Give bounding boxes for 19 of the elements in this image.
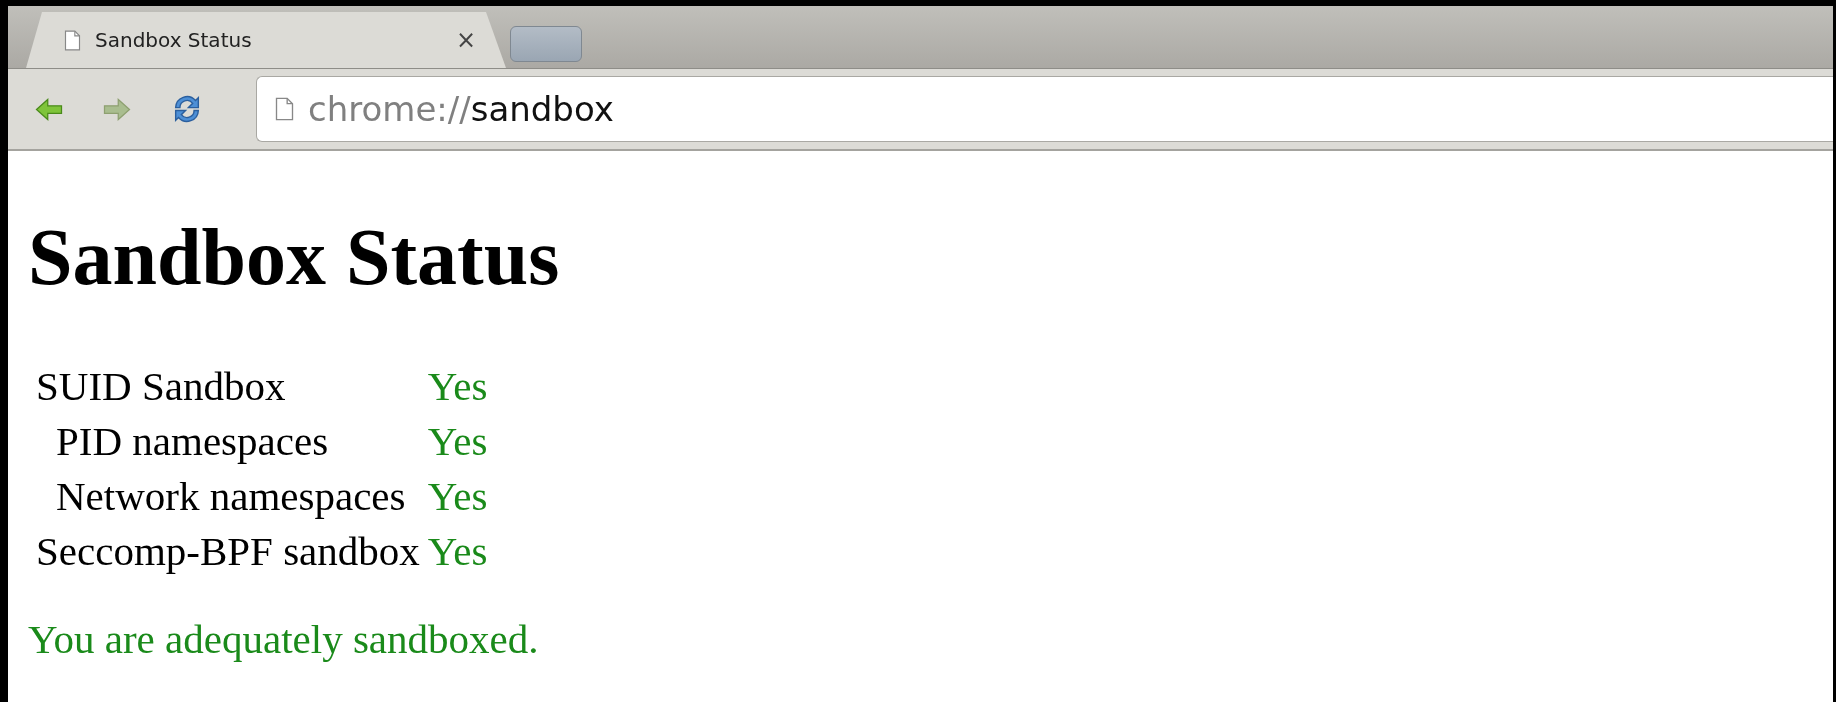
status-value: Yes xyxy=(427,363,488,409)
browser-tab[interactable]: Sandbox Status × xyxy=(26,12,506,68)
page-heading: Sandbox Status xyxy=(28,213,561,301)
summary-text: You are adequately sandboxed. xyxy=(28,615,540,663)
page-icon xyxy=(64,29,81,51)
page-icon xyxy=(275,97,294,121)
status-label: Seccomp-BPF sandbox xyxy=(36,528,420,574)
status-label: Network namespaces xyxy=(56,473,406,519)
status-value: Yes xyxy=(427,473,488,519)
status-label: SUID Sandbox xyxy=(36,363,286,409)
new-tab-button[interactable] xyxy=(510,26,582,62)
status-label: PID namespaces xyxy=(56,418,329,464)
forward-icon[interactable] xyxy=(102,96,132,122)
tab-title: Sandbox Status xyxy=(95,28,253,52)
address-bar[interactable]: chrome://sandbox xyxy=(256,76,1833,142)
back-icon[interactable] xyxy=(34,96,64,122)
status-value: Yes xyxy=(427,418,488,464)
close-icon[interactable]: × xyxy=(443,26,488,54)
status-value: Yes xyxy=(427,528,488,574)
